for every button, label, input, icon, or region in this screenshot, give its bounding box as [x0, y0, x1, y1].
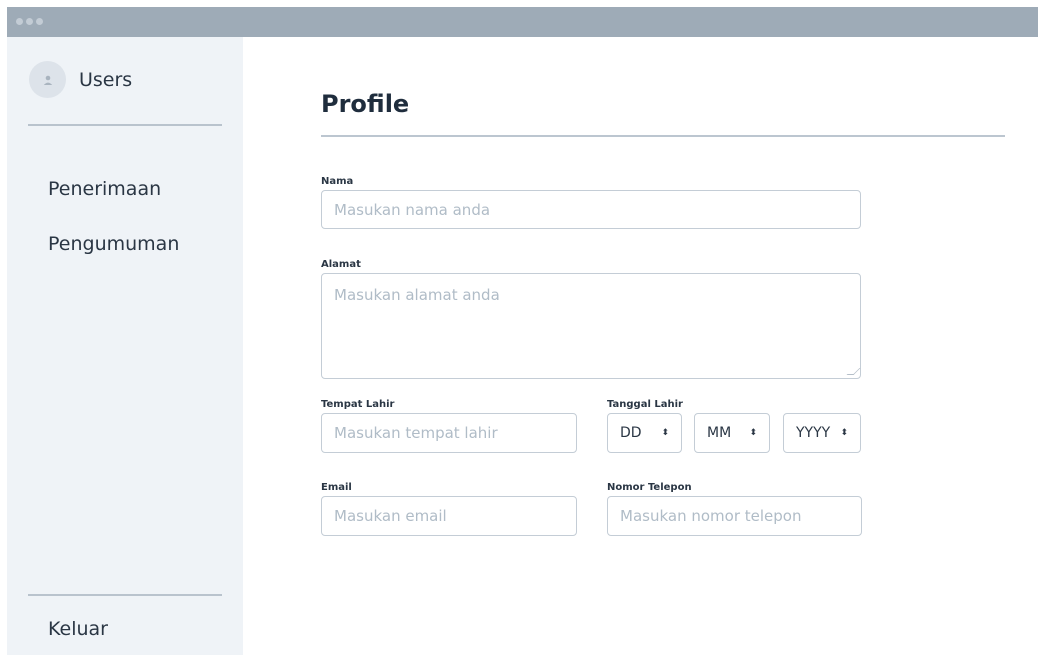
tempat-lahir-input[interactable]: Masukan tempat lahir — [321, 413, 577, 453]
tanggal-lahir-label: Tanggal Lahir — [607, 399, 683, 410]
alamat-label: Alamat — [321, 259, 361, 270]
title-divider — [321, 135, 1005, 137]
user-label: Users — [79, 68, 133, 91]
window-titlebar — [7, 7, 1038, 37]
updown-chevron-icon: ⬍ — [661, 427, 669, 438]
updown-chevron-icon: ⬍ — [749, 427, 757, 438]
alamat-textarea[interactable]: Masukan alamat anda — [321, 273, 861, 379]
month-value: MM — [707, 425, 732, 441]
sidebar-item-penerimaan[interactable]: Penerimaan — [48, 178, 161, 200]
telepon-input[interactable]: Masukan nomor telepon — [607, 496, 862, 536]
sidebar: Users Penerimaan Pengumuman Keluar — [7, 37, 243, 655]
logout-link[interactable]: Keluar — [48, 618, 108, 640]
nama-input[interactable]: Masukan nama anda — [321, 190, 861, 229]
email-placeholder: Masukan email — [334, 507, 447, 525]
updown-chevron-icon: ⬍ — [840, 427, 848, 438]
user-icon — [43, 75, 52, 85]
tempat-lahir-label: Tempat Lahir — [321, 399, 395, 410]
sidebar-item-pengumuman[interactable]: Pengumuman — [48, 233, 179, 255]
day-value: DD — [620, 425, 642, 441]
minimize-dot[interactable] — [26, 18, 33, 25]
nama-placeholder: Masukan nama anda — [334, 200, 491, 219]
telepon-label: Nomor Telepon — [607, 482, 692, 493]
telepon-placeholder: Masukan nomor telepon — [620, 507, 802, 525]
email-input[interactable]: Masukan email — [321, 496, 577, 536]
main-content: Profile Nama Masukan nama anda Alamat Ma… — [243, 37, 1038, 655]
day-select[interactable]: DD ⬍ — [607, 413, 682, 453]
year-select[interactable]: YYYY ⬍ — [783, 413, 861, 453]
sidebar-divider-bottom — [28, 594, 222, 596]
maximize-dot[interactable] — [36, 18, 43, 25]
page-title: Profile — [321, 90, 410, 118]
email-label: Email — [321, 482, 352, 493]
sidebar-user[interactable]: Users — [29, 61, 132, 98]
avatar — [29, 61, 66, 98]
window-controls — [16, 18, 43, 25]
alamat-placeholder: Masukan alamat anda — [334, 286, 500, 304]
sidebar-divider — [28, 124, 222, 126]
nama-label: Nama — [321, 176, 354, 187]
app-window: Users Penerimaan Pengumuman Keluar Profi… — [7, 7, 1038, 655]
close-dot[interactable] — [16, 18, 23, 25]
month-select[interactable]: MM ⬍ — [694, 413, 770, 453]
year-value: YYYY — [796, 425, 831, 441]
tempat-lahir-placeholder: Masukan tempat lahir — [334, 424, 498, 442]
resize-handle-icon[interactable] — [846, 368, 861, 375]
